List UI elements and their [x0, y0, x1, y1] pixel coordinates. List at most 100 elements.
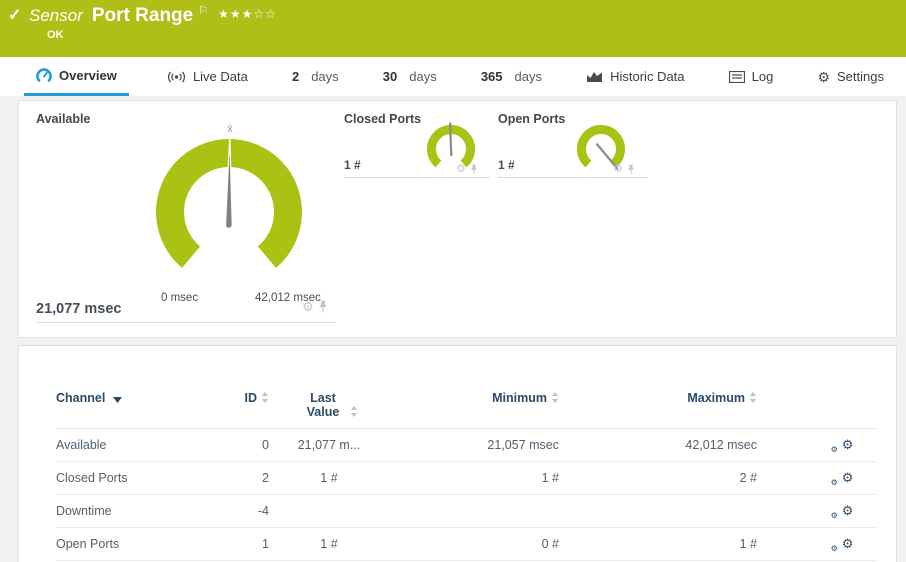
closed-ports-panel-actions: ⚙	[456, 164, 478, 175]
tab-settings[interactable]: ⚙ Settings	[811, 57, 890, 96]
log-list-icon	[728, 70, 745, 83]
gauge-arc	[577, 125, 625, 168]
gauge-icon	[36, 68, 52, 82]
column-header-maximum[interactable]: Maximum	[559, 391, 757, 405]
pin-icon[interactable]	[627, 164, 635, 175]
tab-365-days-label: days	[514, 69, 542, 84]
channel-minimum: 1 #	[541, 471, 559, 485]
available-current-value: 21,077 msec	[36, 301, 122, 317]
gear-small-icon: ⚙	[830, 478, 838, 487]
channel-name[interactable]: Closed Ports	[56, 471, 241, 485]
sensor-kind-label: Sensor	[29, 6, 83, 25]
tab-historic-data[interactable]: Historic Data	[580, 57, 690, 96]
channel-settings-button[interactable]: ⚙ ⚙	[819, 470, 869, 487]
tab-30-days-num: 30	[382, 69, 398, 84]
flag-icon[interactable]: ⚐	[198, 4, 208, 17]
channels-table: Channel ID Last Value Minimum Maximum Av…	[56, 384, 877, 561]
tab-overview-label: Overview	[59, 67, 117, 83]
channel-name[interactable]: Available	[56, 438, 241, 452]
column-header-id[interactable]: ID	[241, 391, 269, 405]
channel-settings-button[interactable]: ⚙ ⚙	[819, 503, 869, 520]
gear-small-icon: ⚙	[830, 544, 838, 553]
tab-365-days[interactable]: 365 days	[475, 57, 548, 96]
channel-maximum: 42,012 msec	[685, 438, 757, 452]
channel-id: 1	[262, 537, 269, 551]
table-row[interactable]: Closed Ports 2 1 # 1 # 2 # ⚙ ⚙	[56, 462, 877, 495]
tab-2-days-label: days	[311, 69, 339, 84]
tab-2-days-num: 2	[291, 69, 300, 84]
gear-small-icon: ⚙	[830, 511, 838, 520]
channel-id: 2	[262, 471, 269, 485]
available-gauge-title: Available	[36, 112, 91, 126]
gear-icon[interactable]: ⚙	[302, 300, 314, 313]
channel-id: -4	[257, 504, 269, 518]
stars-filled: ★★★	[218, 7, 254, 21]
page-title: Port Range	[91, 5, 194, 26]
tab-live-data-label: Live Data	[192, 69, 248, 84]
gear-small-icon: ⚙	[830, 445, 838, 454]
column-header-channel[interactable]: Channel	[56, 391, 241, 405]
tab-30-days-label: days	[409, 69, 437, 84]
historic-chart-icon	[587, 72, 603, 82]
table-row[interactable]: Available 0 21,077 m... 21,057 msec 42,0…	[56, 429, 877, 462]
average-marker: x̄	[227, 123, 233, 135]
open-ports-panel-actions: ⚙	[613, 164, 635, 175]
open-ports-current-value: 1 #	[498, 158, 515, 172]
channel-minimum: 0 #	[541, 537, 559, 551]
panel-divider	[36, 322, 336, 323]
sort-icon	[261, 392, 269, 403]
channel-minimum: 21,057 msec	[487, 438, 559, 452]
table-row[interactable]: Open Ports 1 1 # 0 # 1 # ⚙ ⚙	[56, 528, 877, 561]
sort-icon	[350, 406, 358, 417]
channel-maximum: 1 #	[739, 537, 757, 551]
panel-divider	[344, 177, 490, 178]
table-row[interactable]: Downtime -4 ⚙ ⚙	[56, 495, 877, 528]
tab-bar: Overview Live Data 2 days 30 days 365 da…	[0, 57, 906, 96]
prtg-sensor-page: ✓ Sensor Port Range ⚐ ★★★☆☆ OK Overview	[0, 0, 906, 562]
tab-30-days[interactable]: 30 days	[377, 57, 443, 96]
gauge-min-label: 0 msec	[161, 292, 199, 304]
tab-historic-data-label: Historic Data	[610, 69, 685, 84]
channel-name[interactable]: Downtime	[56, 504, 241, 518]
table-header-row: Channel ID Last Value Minimum Maximum	[56, 384, 877, 429]
channel-last-value: 1 #	[320, 471, 338, 485]
tab-365-days-num: 365	[480, 69, 503, 84]
panel-divider	[498, 177, 648, 178]
gear-icon: ⚙	[841, 470, 854, 485]
available-panel-actions: ⚙	[302, 300, 328, 313]
tab-log[interactable]: Log	[723, 57, 780, 96]
sort-icon	[551, 392, 559, 403]
column-header-minimum[interactable]: Minimum	[389, 391, 559, 405]
tab-overview[interactable]: Overview	[24, 57, 129, 96]
stars-empty: ☆☆	[253, 7, 277, 21]
gear-icon: ⚙	[841, 536, 854, 551]
channel-settings-button[interactable]: ⚙ ⚙	[819, 536, 869, 553]
channel-id: 0	[262, 438, 269, 452]
channel-settings-button[interactable]: ⚙ ⚙	[819, 437, 869, 454]
pin-icon[interactable]	[318, 300, 328, 313]
column-header-last-value[interactable]: Last Value	[269, 391, 389, 419]
tab-live-data[interactable]: Live Data	[161, 57, 254, 96]
priority-stars[interactable]: ★★★☆☆	[218, 7, 277, 21]
sort-caret-down-icon	[112, 397, 122, 403]
channel-name[interactable]: Open Ports	[56, 537, 241, 551]
channel-maximum: 2 #	[739, 471, 757, 485]
status-badge: OK	[47, 29, 64, 41]
live-data-icon	[167, 70, 185, 83]
sensor-title-line: Sensor Port Range ⚐ ★★★☆☆	[29, 5, 277, 27]
channel-last-value: 21,077 m...	[297, 438, 361, 452]
gauge-needle	[448, 122, 453, 157]
pin-icon[interactable]	[470, 164, 478, 175]
tab-log-label: Log	[751, 69, 774, 84]
status-check-icon: ✓	[8, 7, 22, 24]
tab-settings-label: Settings	[837, 69, 884, 84]
sensor-header: ✓ Sensor Port Range ⚐ ★★★☆☆ OK	[0, 0, 906, 57]
gear-icon[interactable]: ⚙	[456, 164, 466, 175]
tab-2-days[interactable]: 2 days	[286, 57, 345, 96]
channels-table-card: Channel ID Last Value Minimum Maximum Av…	[18, 345, 897, 562]
gear-icon[interactable]: ⚙	[613, 164, 623, 175]
channel-last-value: 1 #	[320, 537, 338, 551]
closed-ports-gauge-title: Closed Ports	[344, 112, 422, 126]
available-gauge: x̄	[156, 123, 302, 268]
closed-ports-current-value: 1 #	[344, 158, 361, 172]
